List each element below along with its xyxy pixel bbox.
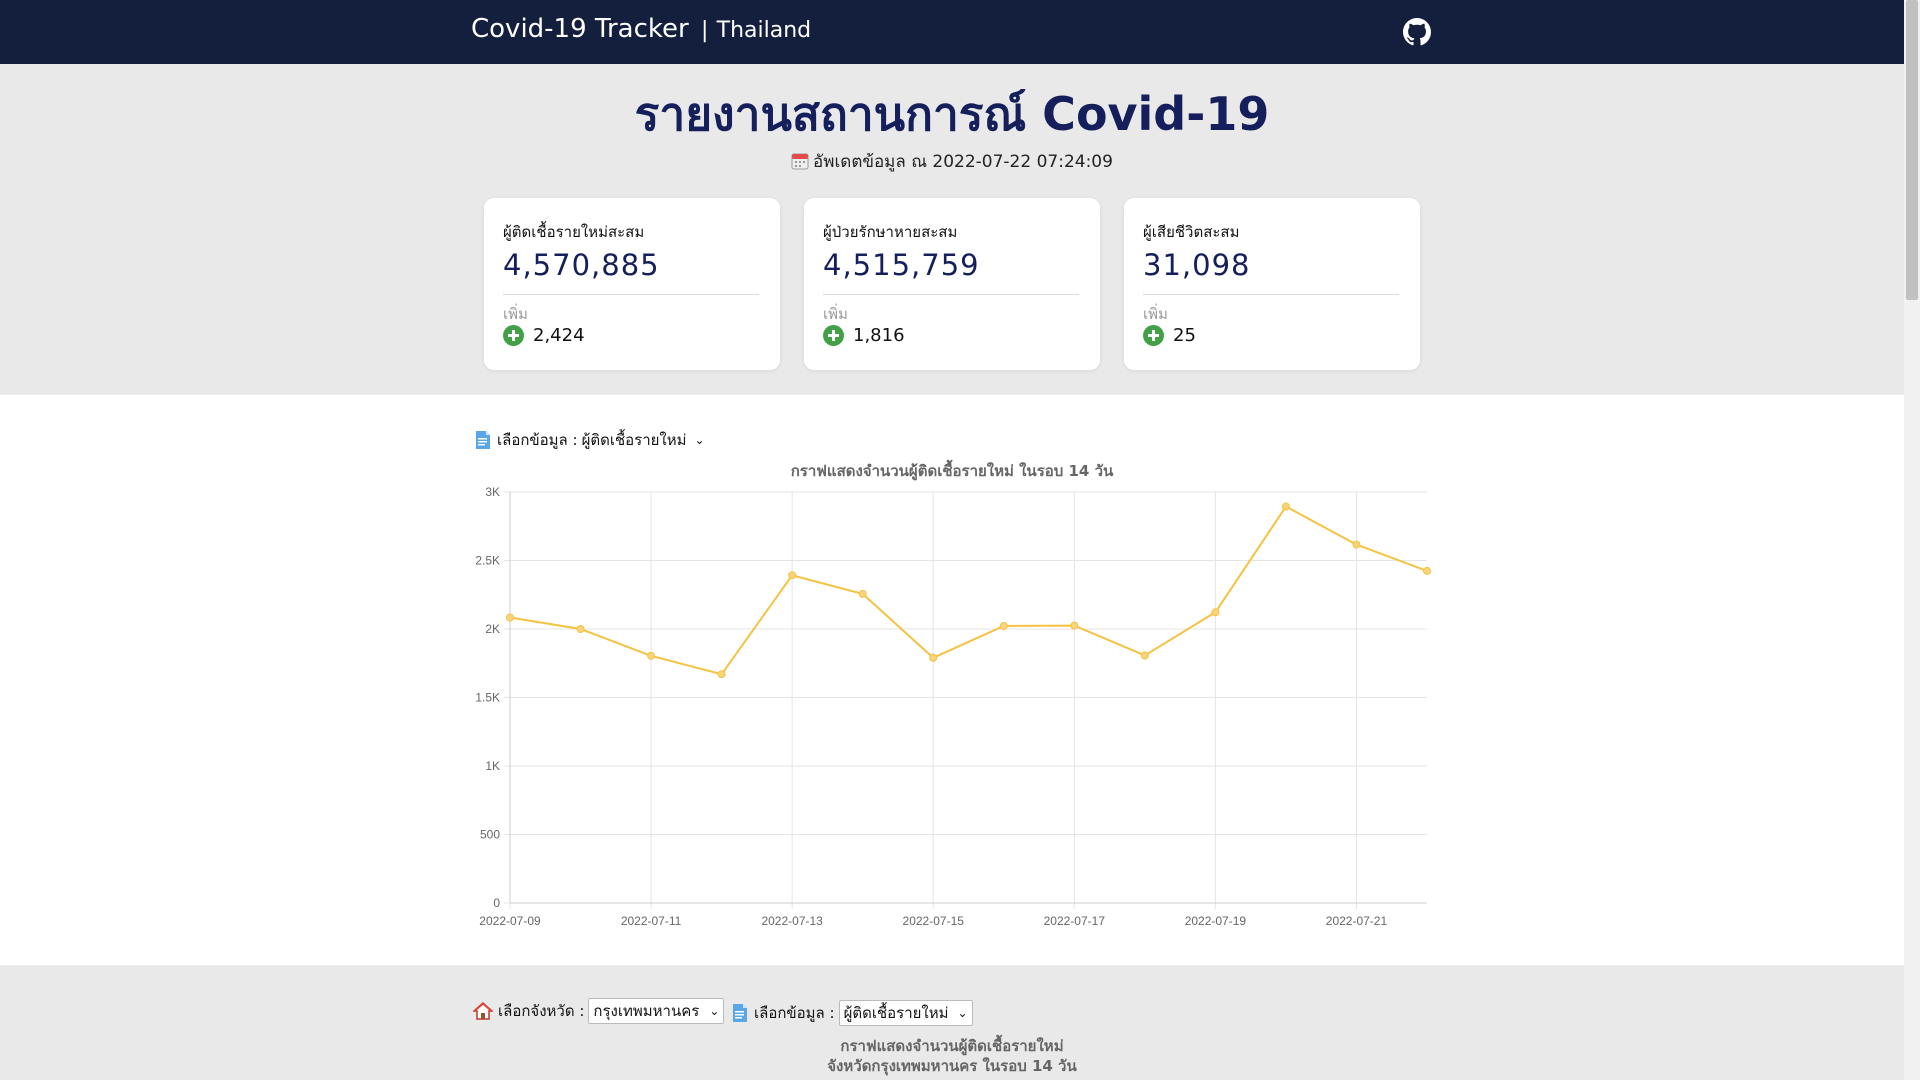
- data-point: [506, 613, 514, 622]
- brand-separator: |: [700, 18, 709, 43]
- province-select[interactable]: กรุงเทพมหานคร ⌄: [588, 998, 725, 1024]
- house-icon: [473, 1001, 493, 1020]
- github-icon[interactable]: [1403, 18, 1431, 46]
- card-label: ผู้ป่วยรักษาหายสะสม: [823, 223, 958, 241]
- card-value: 4,515,759: [823, 248, 980, 282]
- card-increase: 25: [1143, 325, 1196, 346]
- x-tick-label: 2022-07-21: [1326, 914, 1388, 928]
- data-selector[interactable]: เลือกข้อมูล : ผู้ติดเชื้อรายใหม่ ⌄: [475, 428, 705, 452]
- y-tick-label: 2.5K: [475, 554, 500, 568]
- card-divider: [503, 294, 759, 295]
- data-point: [1423, 566, 1431, 575]
- province-selector[interactable]: เลือกจังหวัด : กรุงเทพมหานคร ⌄: [473, 998, 725, 1024]
- card-value: 31,098: [1143, 248, 1251, 282]
- updated-timestamp: อัพเดตข้อมูล ณ 2022-07-22 07:24:09: [0, 148, 1904, 175]
- data-point: [717, 670, 726, 679]
- x-tick-label: 2022-07-13: [761, 914, 823, 928]
- x-tick-label: 2022-07-17: [1044, 914, 1106, 928]
- province-data-select-value: ผู้ติดเชื้อรายใหม่: [843, 1004, 949, 1022]
- brand[interactable]: Covid-19 Tracker | Thailand: [471, 14, 811, 44]
- y-tick-label: 0: [493, 896, 500, 910]
- card-increase: 1,816: [823, 325, 905, 346]
- document-icon: [476, 431, 490, 449]
- x-tick-label: 2022-07-19: [1185, 914, 1247, 928]
- scrollbar-thumb[interactable]: [1906, 0, 1918, 300]
- province-select-value: กรุงเทพมหานคร: [593, 1002, 700, 1020]
- card-cumulative-recovered: ผู้ป่วยรักษาหายสะสม 4,515,759 เพิ่ม 1,81…: [804, 198, 1100, 370]
- chevron-down-icon: ⌄: [694, 433, 705, 447]
- province-data-selector-label: เลือกข้อมูล :: [754, 1004, 835, 1022]
- province-selector-label: เลือกจังหวัด :: [498, 1002, 585, 1020]
- updated-text: อัพเดตข้อมูล ณ 2022-07-22 07:24:09: [813, 152, 1113, 172]
- data-select[interactable]: ผู้ติดเชื้อรายใหม่ ⌄: [582, 428, 705, 452]
- plus-circle-icon: [1143, 325, 1164, 346]
- province-chart-title-line2: จังหวัดกรุงเทพมหานคร ในรอบ 14 วัน: [827, 1057, 1077, 1075]
- data-point: [999, 621, 1008, 630]
- province-chart-title-line1: กราฟแสดงจำนวนผู้ติดเชื้อรายใหม่: [840, 1037, 1064, 1055]
- x-tick-label: 2022-07-11: [621, 914, 682, 928]
- card-increase-value: 1,816: [853, 325, 905, 346]
- navbar: Covid-19 Tracker | Thailand: [0, 0, 1904, 64]
- x-tick-label: 2022-07-09: [479, 914, 541, 928]
- data-point: [929, 653, 938, 662]
- data-point: [788, 571, 797, 580]
- data-point: [1281, 502, 1290, 511]
- province-chart-title: กราฟแสดงจำนวนผู้ติดเชื้อรายใหม่ จังหวัดก…: [0, 1036, 1904, 1076]
- document-icon: [733, 1004, 747, 1022]
- data-point: [576, 625, 585, 633]
- province-data-select[interactable]: ผู้ติดเชื้อรายใหม่ ⌄: [838, 1000, 973, 1026]
- data-point: [647, 651, 656, 660]
- calendar-icon: [791, 153, 809, 170]
- card-increase: 2,424: [503, 325, 585, 346]
- card-increase-value: 2,424: [533, 325, 585, 346]
- y-tick-label: 500: [480, 828, 500, 842]
- chevron-down-icon: ⌄: [709, 1004, 720, 1018]
- brand-title: Covid-19 Tracker: [471, 14, 689, 44]
- y-tick-label: 1K: [485, 759, 500, 773]
- card-increase-label: เพิ่ม: [503, 305, 528, 323]
- data-point: [1211, 608, 1220, 617]
- page-title: รายงานสถานการณ์ Covid-19: [634, 87, 1270, 141]
- card-cumulative-cases: ผู้ติดเชื้อรายใหม่สะสม 4,570,885 เพิ่ม 2…: [484, 198, 780, 370]
- card-value: 4,570,885: [503, 248, 660, 282]
- x-tick-label: 2022-07-15: [903, 914, 965, 928]
- card-cumulative-deaths: ผู้เสียชีวิตสะสม 31,098 เพิ่ม 25: [1124, 198, 1420, 370]
- card-label: ผู้เสียชีวิตสะสม: [1143, 223, 1240, 241]
- line-chart: 0 500 1K 1.5K 2K 2.5K 3K 2022-07-09 2022-07-11 20…: [475, 485, 1431, 928]
- data-select-value: ผู้ติดเชื้อรายใหม่: [581, 431, 687, 449]
- data-selector-label: เลือกข้อมูล :: [497, 431, 578, 449]
- province-data-selector[interactable]: เลือกข้อมูล : ผู้ติดเชื้อรายใหม่ ⌄: [732, 1000, 973, 1026]
- data-point: [1140, 651, 1149, 660]
- brand-country: Thailand: [716, 18, 812, 43]
- card-divider: [823, 294, 1079, 295]
- card-divider: [1143, 294, 1399, 295]
- card-increase-label: เพิ่ม: [1143, 305, 1168, 323]
- series-line: [509, 505, 1428, 676]
- plus-circle-icon: [823, 325, 844, 346]
- card-increase-label: เพิ่ม: [823, 305, 848, 323]
- y-tick-label: 2K: [485, 622, 500, 636]
- card-increase-value: 25: [1173, 325, 1196, 346]
- data-point: [1352, 540, 1361, 549]
- data-point: [1070, 621, 1079, 630]
- y-tick-label: 3K: [485, 485, 500, 499]
- chevron-down-icon: ⌄: [957, 1006, 968, 1020]
- plus-circle-icon: [503, 325, 524, 346]
- y-tick-label: 1.5K: [475, 691, 500, 705]
- data-point: [858, 589, 867, 598]
- card-label: ผู้ติดเชื้อรายใหม่สะสม: [503, 223, 645, 241]
